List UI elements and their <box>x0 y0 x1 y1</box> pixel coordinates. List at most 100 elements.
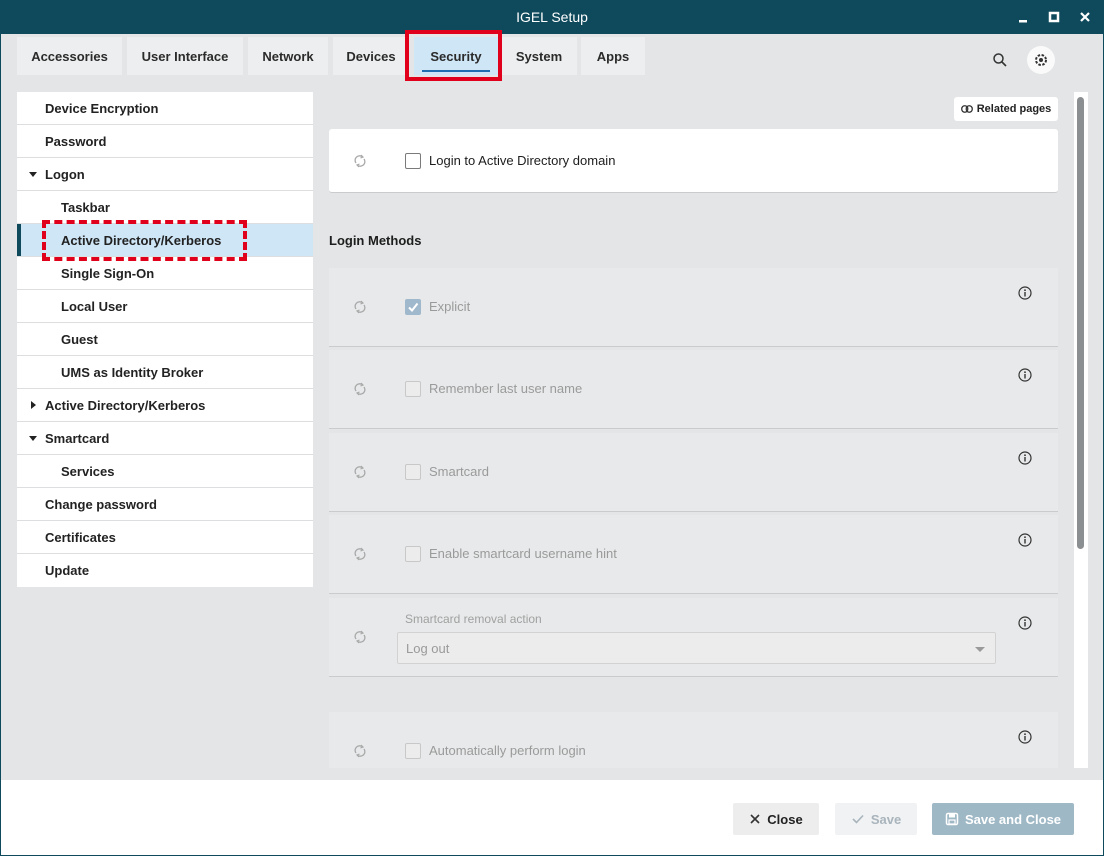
close-button[interactable]: Close <box>733 803 819 835</box>
tab-apps[interactable]: Apps <box>581 37 645 75</box>
scrollbar-thumb[interactable] <box>1077 97 1084 549</box>
minimize-icon <box>1019 20 1027 23</box>
explicit-row: Explicit <box>329 268 1058 347</box>
sidebar-item-label: Device Encryption <box>45 100 159 116</box>
chevron-down-icon <box>975 647 985 652</box>
close-icon <box>1080 12 1090 22</box>
maximize-button[interactable] <box>1045 8 1063 26</box>
tab-user-interface[interactable]: User Interface <box>127 37 243 75</box>
sidebar-item-label: Smartcard <box>45 430 110 446</box>
expanded-caret-icon[interactable] <box>29 172 37 177</box>
sidebar-item-label: UMS as Identity Broker <box>61 364 204 380</box>
auto-login-checkbox[interactable] <box>405 742 421 759</box>
related-pages-label: Related pages <box>976 103 1052 115</box>
related-pages-button[interactable]: Related pages <box>954 97 1058 121</box>
login-ad-row: Login to Active Directory domain <box>329 129 1058 193</box>
close-icon <box>750 814 760 824</box>
login-ad-checkbox[interactable] <box>405 152 421 169</box>
sidebar-item-taskbar[interactable]: Taskbar <box>17 191 313 224</box>
search-icon <box>993 53 1007 67</box>
tab-devices[interactable]: Devices <box>333 37 409 75</box>
sidebar-item-password[interactable]: Password <box>17 125 313 158</box>
sidebar-item-single-sign-on[interactable]: Single Sign-On <box>17 257 313 290</box>
check-icon <box>408 302 419 313</box>
save-button-label: Save <box>870 811 902 827</box>
vertical-scrollbar[interactable] <box>1074 92 1088 768</box>
remember-checkbox[interactable] <box>405 381 421 397</box>
settings-content: Related pages Login to Active Directory … <box>321 88 1073 768</box>
igel-setup-window: IGEL Setup Accessories User Interface Ne… <box>0 0 1104 856</box>
login-ad-label: Login to Active Directory domain <box>429 152 616 168</box>
reset-sync-icon[interactable] <box>353 547 367 561</box>
sidebar-item-label: Update <box>45 563 90 578</box>
remember-label: Remember last user name <box>429 381 583 396</box>
collapsed-caret-icon[interactable] <box>31 401 36 409</box>
smartcard-label: Smartcard <box>429 464 489 479</box>
sidebar-item-label: Certificates <box>45 529 116 545</box>
window-title: IGEL Setup <box>516 9 588 25</box>
tab-security[interactable]: Security <box>414 37 498 75</box>
info-icon[interactable] <box>1018 451 1032 465</box>
reset-sync-icon[interactable] <box>353 630 367 644</box>
info-icon[interactable] <box>1018 730 1032 744</box>
sidebar-item-logon[interactable]: Logon <box>17 158 313 191</box>
sidebar-item-guest[interactable]: Guest <box>17 323 313 356</box>
close-button-label: Close <box>767 811 803 827</box>
sidebar-item-label: Active Directory/Kerberos <box>61 232 222 248</box>
title-bar: IGEL Setup <box>1 1 1103 34</box>
save-icon <box>945 812 959 826</box>
sidebar-item-ums-identity-broker[interactable]: UMS as Identity Broker <box>17 356 313 389</box>
info-icon[interactable] <box>1018 533 1032 547</box>
info-icon[interactable] <box>1018 286 1032 300</box>
window-close-button[interactable] <box>1076 8 1094 26</box>
sidebar: Device Encryption Password Logon Taskbar… <box>17 92 313 587</box>
save-button[interactable]: Save <box>835 803 917 835</box>
tab-network[interactable]: Network <box>248 37 328 75</box>
smartcard-row: Smartcard <box>329 433 1058 512</box>
auto-login-label: Automatically perform login <box>429 742 586 758</box>
sidebar-item-device-encryption[interactable]: Device Encryption <box>17 92 313 125</box>
expanded-caret-icon[interactable] <box>29 436 37 441</box>
check-icon <box>852 814 864 824</box>
sidebar-item-label: Single Sign-On <box>61 265 155 281</box>
reset-sync-icon[interactable] <box>353 382 367 396</box>
reset-sync-icon[interactable] <box>353 465 367 479</box>
remember-row: Remember last user name <box>329 350 1058 429</box>
auto-login-row: Automatically perform login <box>329 712 1058 768</box>
search-button[interactable] <box>986 46 1014 74</box>
sidebar-item-label: Taskbar <box>61 199 110 215</box>
smartcard-hint-checkbox[interactable] <box>405 546 421 562</box>
gear-eye-icon <box>1035 54 1047 66</box>
sidebar-item-smartcard[interactable]: Smartcard <box>17 422 313 455</box>
sidebar-item-certificates[interactable]: Certificates <box>17 521 313 554</box>
section-title: Login Methods <box>329 233 422 248</box>
info-icon[interactable] <box>1018 368 1032 382</box>
settings-view-button[interactable] <box>1027 46 1055 74</box>
smartcard-removal-caption: Smartcard removal action <box>405 612 542 626</box>
sidebar-item-local-user[interactable]: Local User <box>17 290 313 323</box>
save-and-close-button[interactable]: Save and Close <box>932 803 1074 835</box>
sidebar-item-active-directory-kerberos[interactable]: Active Directory/Kerberos <box>17 389 313 422</box>
sidebar-item-services[interactable]: Services <box>17 455 313 488</box>
sidebar-item-update[interactable]: Update <box>17 554 313 587</box>
main-tabs: Accessories User Interface Network Devic… <box>1 34 1103 80</box>
tab-accessories[interactable]: Accessories <box>17 37 122 75</box>
minimize-button[interactable] <box>1014 8 1032 26</box>
sidebar-item-label: Active Directory/Kerberos <box>45 397 206 413</box>
smartcard-hint-label: Enable smartcard username hint <box>429 546 617 561</box>
info-icon[interactable] <box>1018 616 1032 630</box>
sidebar-item-label: Change password <box>45 496 157 512</box>
sidebar-item-change-password[interactable]: Change password <box>17 488 313 521</box>
tab-system[interactable]: System <box>501 37 577 75</box>
reset-sync-icon[interactable] <box>353 744 367 758</box>
sidebar-item-label: Logon <box>45 166 85 182</box>
explicit-checkbox[interactable] <box>405 299 421 315</box>
smartcard-checkbox[interactable] <box>405 464 421 480</box>
smartcard-removal-select[interactable]: Log out <box>397 632 996 664</box>
smartcard-removal-row: Smartcard removal action Log out <box>329 598 1058 677</box>
maximize-icon <box>1048 11 1060 23</box>
reset-sync-icon[interactable] <box>353 300 367 314</box>
save-and-close-button-label: Save and Close <box>964 811 1062 827</box>
sidebar-item-active-directory-kerberos-logon[interactable]: Active Directory/Kerberos <box>17 224 313 257</box>
reset-sync-icon[interactable] <box>353 154 367 168</box>
